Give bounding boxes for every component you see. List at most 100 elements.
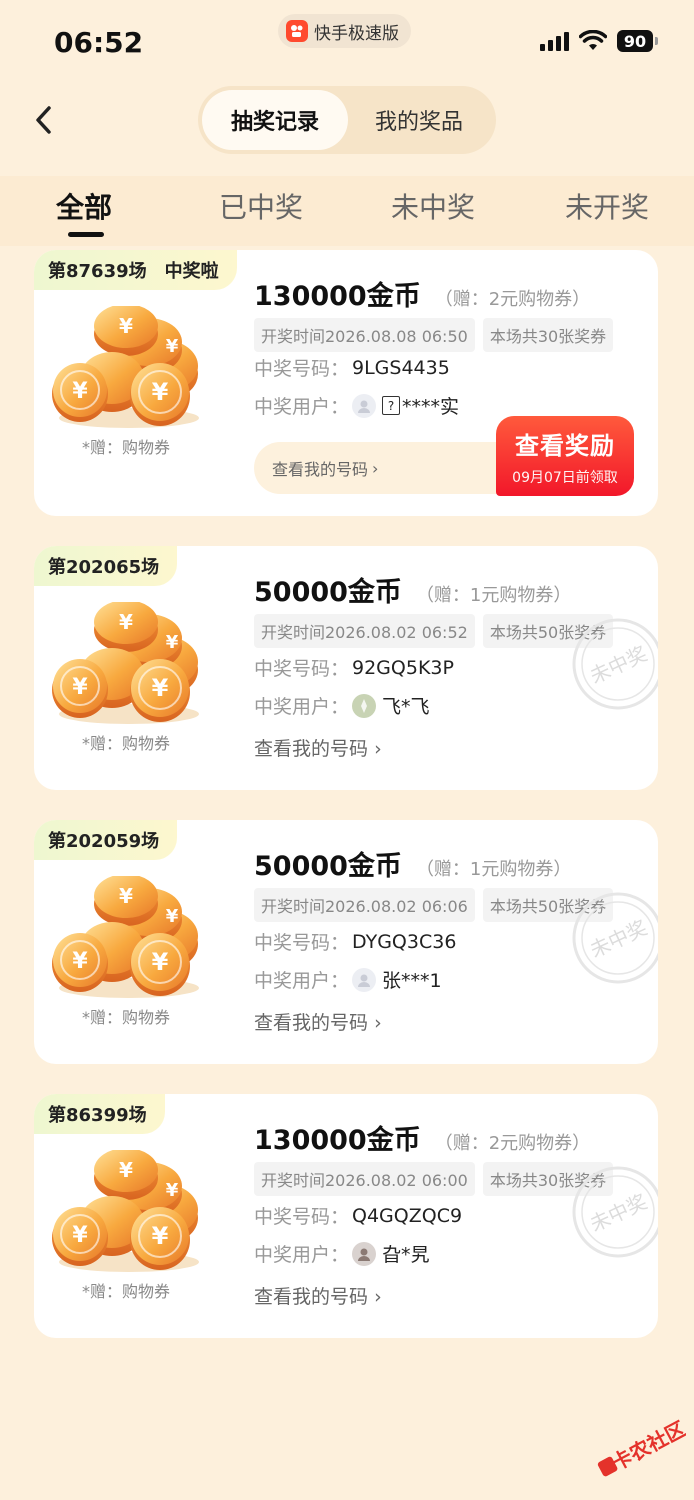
winning-number-value: 92GQ5K3P — [352, 656, 454, 679]
winning-user-row: 中奖用户： ? ****实 — [254, 392, 459, 419]
winning-number-row: 中奖号码： 9LGS4435 — [254, 354, 450, 381]
view-reward-button[interactable]: 查看奖励 09月07日前领取 — [496, 416, 634, 496]
prize-line: 50000金币 （赠：1元购物券） — [254, 844, 571, 883]
view-my-numbers-label: 查看我的号码 — [254, 738, 369, 760]
lottery-record-card[interactable]: 第87639场 中奖啦 *赠：购物券 130000金币 （赠：2元购物券） 开奖… — [34, 250, 658, 516]
prize-title: 130000金币 — [254, 1125, 421, 1156]
chevron-right-icon: › — [374, 738, 382, 760]
round-badge: 第202059场 — [34, 820, 178, 860]
gift-caption: *赠：购物券 — [82, 1282, 171, 1301]
lottery-record-card[interactable]: 第202065场 *赠：购物券 50000金币 （赠：1元购物券） 开奖时间20… — [34, 546, 658, 790]
chevron-right-icon: › — [372, 458, 379, 478]
round-number: 第86399场 — [48, 1105, 147, 1126]
view-my-numbers-label: 查看我的号码 — [254, 1286, 369, 1308]
ticket-count-chip: 本场共30张奖券 — [482, 318, 614, 352]
status-bar: 06:52 快手极速版 90 — [0, 0, 694, 80]
winning-user-row: 中奖用户： 张***1 — [254, 966, 442, 993]
prize-title: 130000金币 — [254, 281, 421, 312]
view-my-numbers-button[interactable]: 查看我的号码 › — [254, 734, 382, 761]
draw-info-chips: 开奖时间2026.08.02 06:00 本场共30张奖券 — [254, 1162, 614, 1196]
draw-time-chip: 开奖时间2026.08.02 06:06 — [254, 888, 475, 922]
winning-user-value: 张***1 — [382, 970, 442, 992]
view-reward-label: 查看奖励 — [515, 432, 615, 460]
chevron-right-icon: › — [374, 1012, 382, 1034]
filter-tab-all[interactable]: 全部 — [56, 186, 112, 226]
not-won-stamp-icon: 未中奖 — [572, 1166, 658, 1258]
prize-title: 50000金币 — [254, 577, 402, 608]
watermark-text: 卡农社区 — [608, 1416, 686, 1475]
winning-number-label: 中奖号码： — [254, 932, 350, 954]
gift-caption: *赠：购物券 — [82, 1008, 171, 1027]
kuaishou-logo-icon — [286, 20, 308, 42]
view-my-numbers-button[interactable]: 查看我的号码 › — [254, 1008, 382, 1035]
prize-gift: （赠：2元购物券） — [434, 1133, 591, 1154]
draw-info-chips: 开奖时间2026.08.02 06:52 本场共50张奖券 — [254, 614, 614, 648]
filter-tabs: 全部 已中奖 未中奖 未开奖 — [0, 176, 694, 246]
prize-gift: （赠：2元购物券） — [434, 289, 591, 310]
winning-number-row: 中奖号码： 92GQ5K3P — [254, 654, 454, 681]
user-avatar-icon — [352, 967, 376, 992]
winning-user-value: 旮*旯 — [382, 1244, 430, 1266]
view-my-numbers-label: 查看我的号码 — [272, 460, 369, 479]
user-avatar-icon — [352, 693, 376, 718]
app-indicator-pill[interactable]: 快手极速版 — [278, 14, 411, 48]
chevron-left-icon — [36, 106, 51, 134]
prize-line: 130000金币 （赠：2元购物券） — [254, 1118, 590, 1157]
gift-caption: *赠：购物券 — [82, 438, 171, 457]
winning-number-value: Q4GQZQC9 — [352, 1204, 463, 1227]
gold-coins-image — [52, 306, 200, 428]
user-avatar-icon — [352, 393, 376, 418]
view-my-numbers-button[interactable]: 查看我的号码 › — [254, 1282, 382, 1309]
prize-gift: （赠：1元购物券） — [415, 585, 572, 606]
view-my-numbers-label: 查看我的号码 — [254, 1012, 369, 1034]
active-tab-indicator — [68, 232, 104, 237]
stamp-label: 未中奖 — [586, 641, 651, 688]
draw-time-chip: 开奖时间2026.08.02 06:00 — [254, 1162, 475, 1196]
prize-line: 130000金币 （赠：2元购物券） — [254, 274, 590, 313]
winning-user-value: 飞*飞 — [382, 696, 430, 718]
record-segment-control: 抽奖记录 我的奖品 — [198, 86, 496, 154]
battery-level: 90 — [617, 30, 653, 52]
round-number: 第202065场 — [48, 557, 160, 578]
winning-user-label: 中奖用户： — [254, 396, 350, 418]
round-number: 第87639场 — [48, 261, 147, 282]
not-won-stamp-icon: 未中奖 — [572, 618, 658, 710]
round-number: 第202059场 — [48, 831, 160, 852]
status-icons: 90 — [540, 30, 658, 52]
winning-number-value: DYGQ3C36 — [352, 930, 457, 953]
winning-number-label: 中奖号码： — [254, 658, 350, 680]
chevron-right-icon: › — [374, 1286, 382, 1308]
winning-number-label: 中奖号码： — [254, 358, 350, 380]
filter-tab-not-drawn[interactable]: 未开奖 — [565, 186, 649, 226]
not-won-stamp-icon: 未中奖 — [572, 892, 658, 984]
tab-draw-records[interactable]: 抽奖记录 — [202, 90, 348, 150]
prize-gift: （赠：1元购物券） — [415, 859, 572, 880]
round-badge: 第202065场 — [34, 546, 178, 586]
winning-number-row: 中奖号码： Q4GQZQC9 — [254, 1202, 462, 1229]
winning-user-label: 中奖用户： — [254, 1244, 350, 1266]
gold-coins-image — [52, 1150, 200, 1272]
filter-tab-not-won[interactable]: 未中奖 — [391, 186, 475, 226]
app-name: 快手极速版 — [314, 23, 399, 44]
prize-title: 50000金币 — [254, 851, 402, 882]
round-badge: 第86399场 — [34, 1094, 165, 1134]
round-badge: 第87639场 中奖啦 — [34, 250, 237, 290]
winning-user-label: 中奖用户： — [254, 696, 350, 718]
filter-tab-won[interactable]: 已中奖 — [219, 186, 303, 226]
battery-icon: 90 — [617, 30, 658, 52]
reward-deadline: 09月07日前领取 — [512, 470, 618, 486]
lottery-record-card[interactable]: 第86399场 *赠：购物券 130000金币 （赠：2元购物券） 开奖时间20… — [34, 1094, 658, 1338]
draw-time-chip: 开奖时间2026.08.08 06:50 — [254, 318, 475, 352]
draw-info-chips: 开奖时间2026.08.08 06:50 本场共30张奖券 — [254, 318, 614, 352]
tab-my-prizes[interactable]: 我的奖品 — [346, 90, 492, 150]
back-button[interactable] — [24, 100, 64, 140]
winning-user-row: 中奖用户： 飞*飞 — [254, 692, 430, 719]
prize-line: 50000金币 （赠：1元购物券） — [254, 570, 571, 609]
watermark-logo: 卡农社区 — [597, 1416, 686, 1477]
status-time: 06:52 — [54, 26, 144, 59]
user-avatar-icon — [352, 1241, 376, 1266]
gift-caption: *赠：购物券 — [82, 734, 171, 753]
winning-number-label: 中奖号码： — [254, 1206, 350, 1228]
winning-number-row: 中奖号码： DYGQ3C36 — [254, 928, 456, 955]
lottery-record-card[interactable]: 第202059场 *赠：购物券 50000金币 （赠：1元购物券） 开奖时间20… — [34, 820, 658, 1064]
